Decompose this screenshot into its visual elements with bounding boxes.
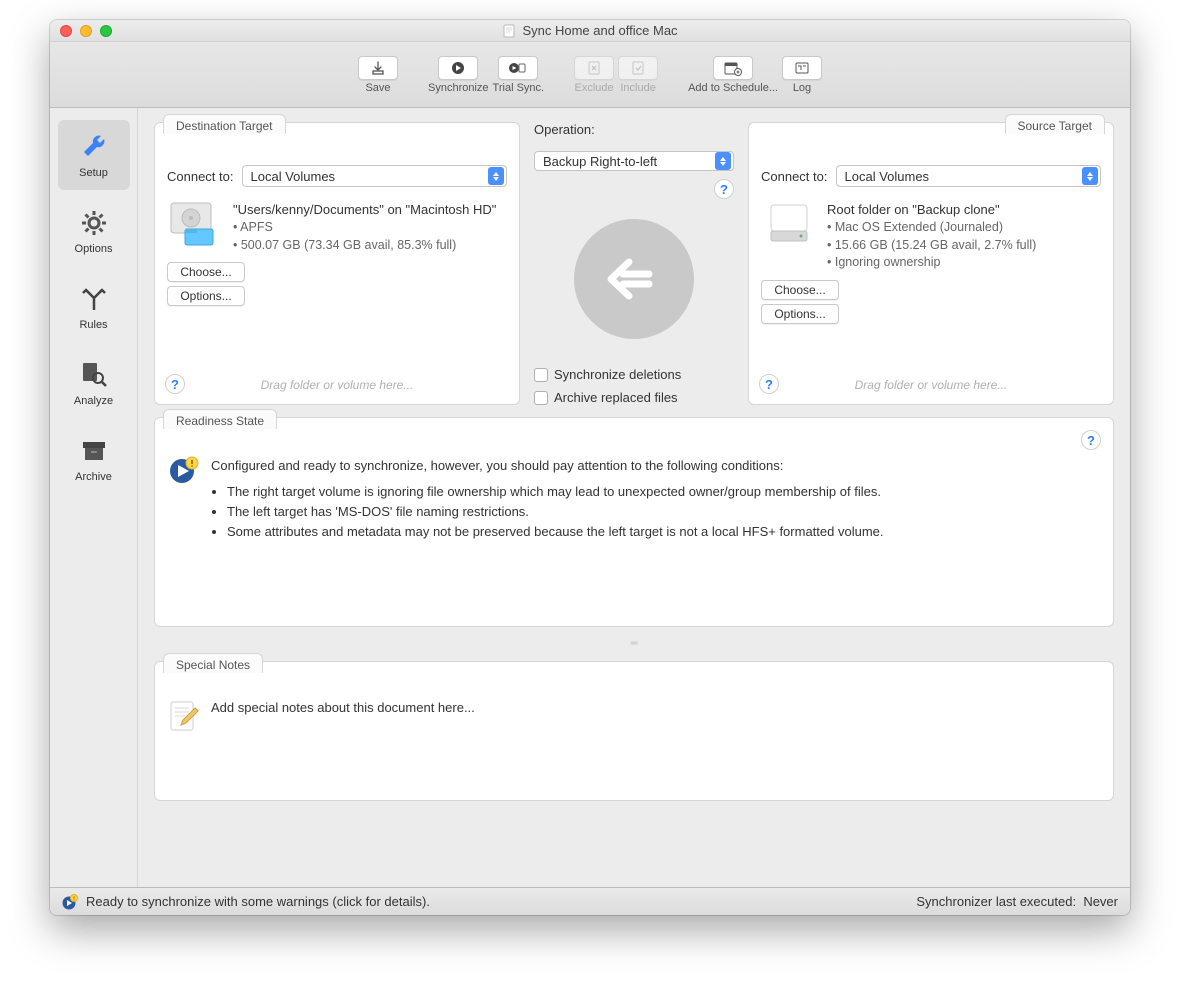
notes-panel: Special Notes Add special notes about th…	[154, 661, 1114, 801]
dest-connect-select[interactable]: Local Volumes	[242, 165, 508, 187]
readiness-condition: Some attributes and metadata may not be …	[227, 522, 884, 542]
archive-replaced-label: Archive replaced files	[554, 390, 678, 405]
toolbar-exclude-include-group: Exclude Include	[574, 56, 658, 94]
toolbar-save: Save	[358, 56, 398, 94]
log-label: Log	[793, 82, 811, 94]
window-title-text: Sync Home and office Mac	[522, 23, 677, 38]
sidebar-item-analyze[interactable]: Analyze	[58, 348, 130, 418]
document-icon	[502, 24, 516, 38]
status-last-executed: Synchronizer last executed: Never	[916, 894, 1118, 909]
src-capacity: • 15.66 GB (15.24 GB avail, 2.7% full)	[827, 237, 1101, 255]
include-label: Include	[620, 82, 655, 94]
operation-help-button[interactable]: ?	[714, 179, 734, 199]
include-button[interactable]	[618, 56, 658, 80]
src-ownership: • Ignoring ownership	[827, 254, 1101, 272]
branch-icon	[78, 283, 110, 315]
readiness-condition: The left target has 'MS-DOS' file naming…	[227, 502, 884, 522]
sync-deletions-checkbox[interactable]	[534, 368, 548, 382]
content-area: Setup Options Rules Analyze	[50, 108, 1130, 887]
select-arrows-icon	[715, 152, 731, 170]
titlebar: Sync Home and office Mac	[50, 20, 1130, 42]
dest-capacity: • 500.07 GB (73.34 GB avail, 85.3% full)	[233, 237, 507, 255]
save-button[interactable]	[358, 56, 398, 80]
sidebar-item-setup[interactable]: Setup	[58, 120, 130, 190]
destination-tab: Destination Target	[163, 114, 286, 134]
note-pencil-icon	[169, 700, 199, 736]
status-bar: Ready to synchronize with some warnings …	[50, 887, 1130, 915]
status-message[interactable]: Ready to synchronize with some warnings …	[62, 894, 430, 910]
window-title: Sync Home and office Mac	[50, 23, 1130, 38]
panel-resize-grip[interactable]: ═	[154, 639, 1114, 649]
dest-title: "Users/kenny/Documents" on "Macintosh HD…	[233, 201, 507, 219]
exclude-label: Exclude	[575, 82, 614, 94]
src-connect-select[interactable]: Local Volumes	[836, 165, 1102, 187]
add-schedule-button[interactable]	[713, 56, 753, 80]
src-filesystem: • Mac OS Extended (Journaled)	[827, 219, 1101, 237]
operation-label: Operation:	[534, 122, 734, 137]
dest-options-button[interactable]: Options...	[167, 286, 245, 306]
src-title: Root folder on "Backup clone"	[827, 201, 1101, 219]
trial-sync-button[interactable]	[498, 56, 538, 80]
sidebar-item-options[interactable]: Options	[58, 196, 130, 266]
readiness-help-button[interactable]: ?	[1081, 430, 1101, 450]
readiness-text: Configured and ready to synchronize, how…	[211, 456, 884, 543]
add-schedule-label: Add to Schedule...	[688, 82, 778, 94]
archive-replaced-checkbox[interactable]	[534, 391, 548, 405]
readiness-panel: Readiness State ? Configured and ready t…	[154, 417, 1114, 627]
operation-select[interactable]: Backup Right-to-left	[534, 151, 734, 171]
synchronize-button[interactable]	[438, 56, 478, 80]
exclude-button[interactable]	[574, 56, 614, 80]
log-button[interactable]	[782, 56, 822, 80]
readiness-headline: Configured and ready to synchronize, how…	[211, 456, 884, 476]
external-disk-icon	[761, 201, 817, 247]
sidebar-item-rules[interactable]: Rules	[58, 272, 130, 342]
src-choose-button[interactable]: Choose...	[761, 280, 839, 300]
play-warning-icon	[169, 456, 199, 486]
readiness-tab: Readiness State	[163, 409, 277, 429]
notes-text-area[interactable]: Add special notes about this document he…	[211, 700, 475, 715]
select-arrows-icon	[488, 167, 504, 185]
readiness-condition: The right target volume is ignoring file…	[227, 482, 884, 502]
dest-filesystem: • APFS	[233, 219, 507, 237]
magnifier-icon	[78, 359, 110, 391]
save-label: Save	[365, 82, 390, 94]
dest-connect-label: Connect to:	[167, 169, 234, 184]
dest-drag-hint: Drag folder or volume here...	[155, 378, 519, 392]
synchronize-label: Synchronize	[428, 82, 489, 94]
select-arrows-icon	[1082, 167, 1098, 185]
gear-icon	[78, 207, 110, 239]
direction-arrow-icon	[574, 219, 694, 339]
main-panel: Destination Target Connect to: Local Vol…	[138, 108, 1130, 887]
destination-panel: Destination Target Connect to: Local Vol…	[154, 122, 520, 405]
archive-box-icon	[78, 435, 110, 467]
notes-tab: Special Notes	[163, 653, 263, 673]
src-drag-hint: Drag folder or volume here...	[749, 378, 1113, 392]
trial-sync-label: Trial Sync.	[493, 82, 545, 94]
wrench-icon	[78, 131, 110, 163]
sidebar-item-archive[interactable]: Archive	[58, 424, 130, 494]
toolbar-schedule-log-group: Add to Schedule... Log	[688, 56, 822, 94]
app-window: Sync Home and office Mac Save Synchroniz…	[50, 20, 1130, 915]
toolbar: Save Synchronize Trial Sync. Exclu	[50, 42, 1130, 108]
operation-column: Operation: Backup Right-to-left ? Synchr…	[534, 122, 734, 405]
src-options-button[interactable]: Options...	[761, 304, 839, 324]
source-tab: Source Target	[1005, 114, 1106, 134]
internal-disk-folder-icon	[167, 201, 223, 247]
sync-deletions-label: Synchronize deletions	[554, 367, 681, 382]
targets-row: Destination Target Connect to: Local Vol…	[154, 122, 1114, 405]
sidebar: Setup Options Rules Analyze	[50, 108, 138, 887]
toolbar-sync-group: Synchronize Trial Sync.	[428, 56, 544, 94]
source-panel: Source Target Connect to: Local Volumes	[748, 122, 1114, 405]
dest-choose-button[interactable]: Choose...	[167, 262, 245, 282]
src-connect-label: Connect to:	[761, 169, 828, 184]
status-warning-icon	[62, 894, 78, 910]
